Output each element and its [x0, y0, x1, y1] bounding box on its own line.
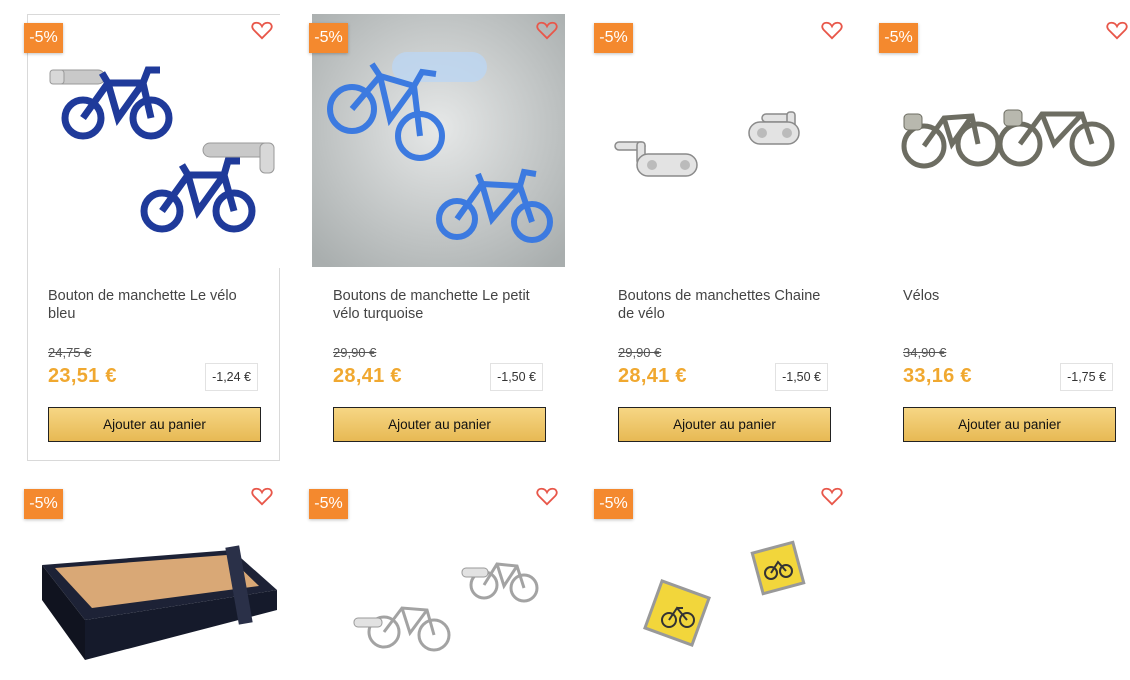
wishlist-heart-icon[interactable]: [251, 20, 273, 40]
product-card[interactable]: -5% Boutons de manchettes Chaine de vélo…: [594, 14, 850, 461]
product-card[interactable]: -5%: [309, 480, 565, 680]
product-card[interactable]: -5% Bouton de manchette Le vélo bleu 24,…: [24, 14, 281, 461]
product-image[interactable]: [882, 14, 1130, 267]
add-to-cart-button[interactable]: Ajouter au panier: [333, 407, 546, 442]
discount-amount: -1,50 €: [775, 363, 828, 391]
product-card[interactable]: -5%: [594, 480, 850, 680]
add-to-cart-button[interactable]: Ajouter au panier: [618, 407, 831, 442]
discount-amount: -1,75 €: [1060, 363, 1113, 391]
discount-badge: -5%: [594, 23, 633, 53]
product-title[interactable]: Boutons de manchettes Chaine de vélo: [618, 287, 833, 323]
product-image[interactable]: [27, 480, 280, 680]
price: 23,51 €: [48, 365, 117, 387]
pewter-bike-cufflinks-image: [882, 14, 1130, 267]
add-to-cart-button[interactable]: Ajouter au panier: [48, 407, 261, 442]
bike-chain-cufflinks-image: [597, 14, 850, 267]
yellow-square-bike-cufflinks-image: [597, 480, 850, 680]
cufflink-box-image: [27, 480, 280, 680]
turquoise-bike-cufflinks-image: [312, 14, 565, 267]
wishlist-heart-icon[interactable]: [821, 486, 843, 506]
discount-badge: -5%: [309, 489, 348, 519]
wishlist-heart-icon[interactable]: [536, 20, 558, 40]
product-title[interactable]: Bouton de manchette Le vélo bleu: [48, 287, 263, 323]
old-price: 29,90 €: [618, 345, 662, 360]
product-image[interactable]: [28, 15, 281, 268]
silver-bike-cufflinks-image: [312, 480, 565, 680]
discount-badge: -5%: [24, 489, 63, 519]
price: 28,41 €: [333, 365, 402, 387]
product-title[interactable]: Boutons de manchette Le petit vélo turqu…: [333, 287, 548, 323]
product-image[interactable]: [597, 480, 850, 680]
discount-badge: -5%: [24, 23, 63, 53]
wishlist-heart-icon[interactable]: [536, 486, 558, 506]
discount-amount: -1,50 €: [490, 363, 543, 391]
old-price: 34,90 €: [903, 345, 947, 360]
blue-bike-cufflinks-image: [28, 15, 281, 268]
product-card[interactable]: -5%: [24, 480, 280, 680]
product-image[interactable]: [312, 14, 565, 267]
discount-badge: -5%: [309, 23, 348, 53]
product-card[interactable]: -5% Boutons de manchette Le petit vélo t…: [309, 14, 565, 461]
product-image[interactable]: [312, 480, 565, 680]
product-title[interactable]: Vélos: [903, 287, 1118, 305]
product-card[interactable]: -5% Vélos 34,90 € 33,16 € -1,75 € Ajoute…: [879, 14, 1130, 461]
discount-amount: -1,24 €: [205, 363, 258, 391]
discount-badge: -5%: [594, 489, 633, 519]
product-image[interactable]: [597, 14, 850, 267]
wishlist-heart-icon[interactable]: [821, 20, 843, 40]
old-price: 24,75 €: [48, 345, 92, 360]
wishlist-heart-icon[interactable]: [251, 486, 273, 506]
wishlist-heart-icon[interactable]: [1106, 20, 1128, 40]
price: 28,41 €: [618, 365, 687, 387]
discount-badge: -5%: [879, 23, 918, 53]
old-price: 29,90 €: [333, 345, 377, 360]
add-to-cart-button[interactable]: Ajouter au panier: [903, 407, 1116, 442]
price: 33,16 €: [903, 365, 972, 387]
